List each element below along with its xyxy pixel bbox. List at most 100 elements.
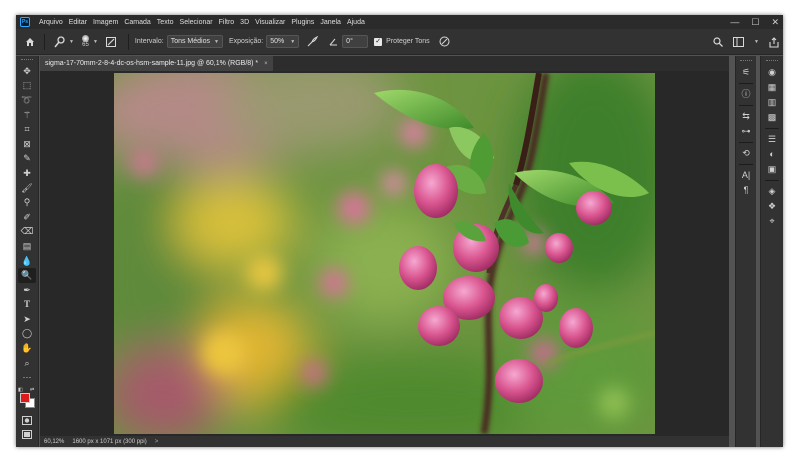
options-bar: ▼ 65 ▼ Intervalo: Tons Médios ▼ Exposiçã… — [16, 29, 783, 55]
dodge-tool-icon[interactable] — [51, 35, 69, 48]
divider — [127, 33, 129, 50]
airbrush-icon[interactable] — [305, 36, 319, 47]
range-value: Tons Médios — [170, 38, 210, 45]
close-button[interactable]: ✕ — [771, 15, 779, 29]
document-dimensions: 1600 px x 1071 px (300 ppi) — [72, 438, 147, 445]
properties-icon[interactable]: ⇆ — [738, 109, 754, 124]
character-icon[interactable]: A| — [738, 168, 754, 183]
maximize-button[interactable]: ☐ — [751, 15, 759, 29]
gradients-icon[interactable]: ▥ — [764, 95, 780, 110]
adjustments-icon[interactable]: ☰ — [764, 132, 780, 147]
foreground-color-swatch[interactable] — [20, 393, 30, 404]
close-tab-icon[interactable]: × — [264, 61, 268, 67]
window-controls: — ☐ ✕ — [730, 15, 779, 29]
styles-icon[interactable]: ◐ — [764, 147, 780, 162]
workspace-icon[interactable] — [733, 37, 745, 47]
libraries-icon[interactable]: ▣ — [764, 162, 780, 177]
brush-tool-icon[interactable]: 🖌 — [18, 181, 36, 196]
menu-item-imagem[interactable]: Imagem — [90, 19, 121, 26]
document-image[interactable] — [114, 73, 655, 434]
menu-item-texto[interactable]: Texto — [154, 19, 177, 26]
history-icon[interactable]: ⟲ — [738, 146, 754, 161]
paths-icon[interactable]: ⌖ — [764, 214, 780, 229]
eraser-tool-icon[interactable]: ⌫ — [18, 225, 36, 240]
patterns-icon[interactable]: ▩ — [764, 110, 780, 125]
canvas-area[interactable] — [40, 71, 729, 436]
panel-divider — [739, 142, 753, 143]
path-selection-tool-icon[interactable]: ➤ — [18, 312, 36, 327]
paragraph-icon[interactable]: ¶ — [738, 183, 754, 198]
panel-divider — [739, 83, 753, 84]
gradient-tool-icon[interactable]: ▤ — [18, 239, 36, 254]
zoom-tool-icon[interactable]: ⌕ — [18, 356, 36, 371]
menu-item-janela[interactable]: Janela — [317, 19, 344, 26]
channels-icon[interactable]: ❖ — [764, 199, 780, 214]
blur-tool-icon[interactable]: 💧 — [18, 254, 36, 269]
range-select[interactable]: Tons Médios ▼ — [166, 35, 223, 48]
pen-tool-icon[interactable]: ✒ — [18, 283, 36, 298]
marquee-tool-icon[interactable]: ⬚ — [18, 79, 36, 94]
panel-grip[interactable] — [766, 60, 778, 62]
angle-field[interactable]: 0° — [342, 35, 369, 48]
menu-item-visualizar[interactable]: Visualizar — [252, 19, 288, 26]
document-tab-bar: sigma-17-70mm-2-8-4-dc-os-hsm-sample-11.… — [40, 56, 729, 71]
swatches-icon[interactable]: ▦ — [764, 80, 780, 95]
brush-tip-icon — [81, 35, 89, 42]
collapsed-panel-dock-1: ⚟ ⓘ ⇆ ⊶ ⟲ A| ¶ — [735, 56, 756, 447]
more-tools-icon[interactable]: ··· — [18, 370, 36, 385]
panel-grip[interactable] — [21, 59, 33, 61]
flower-photo — [114, 73, 655, 434]
home-icon[interactable] — [22, 37, 38, 47]
zoom-level[interactable]: 60,12% — [44, 439, 64, 445]
search-icon[interactable] — [713, 37, 724, 47]
brush-preset-picker[interactable]: 65 — [81, 35, 89, 48]
chevron-down-icon[interactable]: ▼ — [754, 39, 759, 45]
menu-item-camada[interactable]: Camada — [121, 19, 153, 26]
frame-tool-icon[interactable]: ⊠ — [18, 137, 36, 152]
menu-item-plugins[interactable]: Plugins — [288, 19, 317, 26]
eyedropper-tool-icon[interactable]: ✎ — [18, 152, 36, 167]
healing-brush-tool-icon[interactable]: ✚ — [18, 166, 36, 181]
type-tool-icon[interactable]: T — [18, 298, 36, 313]
menu-bar: Ps Arquivo Editar Imagem Camada Texto Selecio… — [16, 15, 783, 29]
hand-tool-icon[interactable]: ✋ — [18, 341, 36, 356]
document-tab[interactable]: sigma-17-70mm-2-8-4-dc-os-hsm-sample-11.… — [40, 56, 273, 71]
menu-item-3d[interactable]: 3D — [237, 19, 252, 26]
menu-item-selecionar[interactable]: Selecionar — [177, 19, 216, 26]
chevron-down-icon[interactable]: ▼ — [93, 39, 98, 45]
brush-settings-panel-icon[interactable] — [104, 36, 118, 47]
menu-item-ajuda[interactable]: Ajuda — [344, 19, 368, 26]
quick-mask-icon[interactable] — [18, 413, 36, 428]
clone-stamp-tool-icon[interactable]: ⚲ — [18, 195, 36, 210]
move-tool-icon[interactable]: ✥ — [18, 64, 36, 79]
menu-item-arquivo[interactable]: Arquivo — [36, 19, 66, 26]
history-brush-tool-icon[interactable]: ✐ — [18, 210, 36, 225]
chevron-down-icon: ▼ — [214, 38, 219, 45]
minimize-button[interactable]: — — [730, 15, 739, 29]
crop-tool-icon[interactable]: ⌗ — [18, 122, 36, 137]
color-swatches: ◧ ⇄ — [17, 387, 37, 409]
ellipse-tool-icon[interactable]: ◯ — [18, 327, 36, 342]
screen-mode-icon[interactable] — [18, 428, 36, 443]
angle-value: 0° — [346, 38, 353, 45]
info-icon[interactable]: ⓘ — [738, 87, 754, 102]
adjust-icon[interactable]: ⊶ — [738, 124, 754, 139]
status-bar: 60,12% 1600 px x 1071 px (300 ppi) > — [40, 436, 729, 447]
brush-settings-icon[interactable]: ⚟ — [738, 65, 754, 80]
panel-grip[interactable] — [740, 60, 752, 62]
chevron-down-icon[interactable]: ▼ — [69, 39, 74, 45]
dodge-tool-icon[interactable]: 🔍 — [18, 268, 36, 283]
exposure-field[interactable]: 50% ▼ — [266, 35, 300, 48]
magic-wand-tool-icon[interactable]: ⚚ — [18, 108, 36, 123]
status-menu-arrow-icon[interactable]: > — [155, 439, 159, 445]
pressure-size-icon[interactable] — [438, 36, 452, 47]
exposure-value: 50% — [270, 38, 285, 45]
menu-item-editar[interactable]: Editar — [66, 19, 90, 26]
menu-item-filtro[interactable]: Filtro — [216, 19, 238, 26]
layers-icon[interactable]: ◈ — [764, 184, 780, 199]
protect-tones-checkbox[interactable]: ✓ — [374, 37, 383, 46]
swap-colors-icon[interactable]: ⇄ — [30, 387, 34, 393]
color-icon[interactable]: ◉ — [764, 65, 780, 80]
lasso-tool-icon[interactable]: ➰ — [18, 93, 36, 108]
share-icon[interactable] — [769, 36, 779, 48]
